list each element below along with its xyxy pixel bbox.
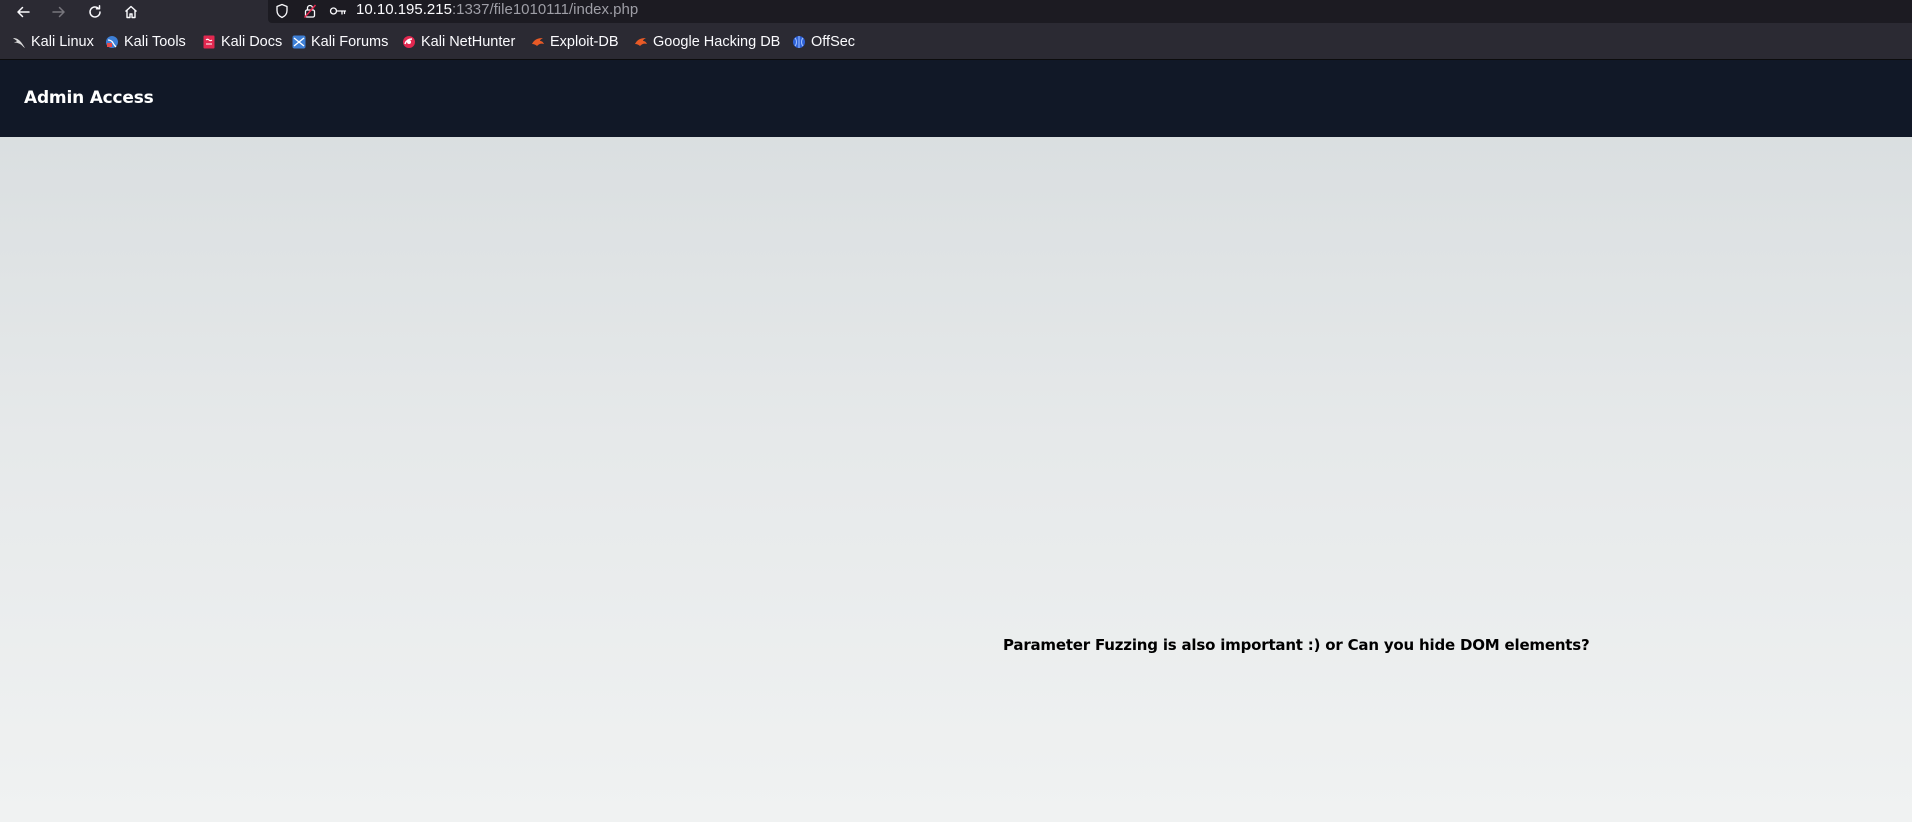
page-content: Admin Access Parameter Fuzzing is also i…	[0, 60, 1912, 822]
home-icon	[123, 4, 139, 20]
key-icon[interactable]	[328, 2, 348, 20]
kali-dragon-icon	[12, 35, 26, 49]
reload-button[interactable]	[84, 1, 106, 23]
forward-button[interactable]	[48, 1, 70, 23]
site-header: Admin Access	[0, 60, 1912, 137]
url-text[interactable]: 10.10.195.215:1337/file1010111/index.php	[356, 0, 638, 20]
browser-window: 10.10.195.215:1337/file1010111/index.php…	[0, 0, 1912, 822]
home-button[interactable]	[120, 1, 142, 23]
nav-toolbar: 10.10.195.215:1337/file1010111/index.php	[0, 0, 1912, 24]
lock-icon[interactable]	[300, 2, 320, 20]
offsec-icon	[792, 35, 806, 49]
bookmark-label: Kali Forums	[311, 34, 389, 50]
bookmark-label: Kali Linux	[31, 34, 94, 50]
bookmark-kali-docs[interactable]: Kali Docs	[202, 33, 282, 51]
bookmark-kali-linux[interactable]: Kali Linux	[12, 33, 94, 51]
exploit-db-icon	[531, 35, 545, 49]
kali-tools-icon	[105, 35, 119, 49]
kali-docs-icon	[202, 35, 216, 49]
bookmark-kali-forums[interactable]: Kali Forums	[292, 33, 388, 51]
page-title: Admin Access	[24, 88, 154, 108]
bookmark-kali-nethunter[interactable]: Kali NetHunter	[402, 33, 515, 51]
ghdb-icon	[634, 35, 648, 49]
bookmark-label: Kali NetHunter	[421, 34, 516, 50]
bookmark-offsec[interactable]: OffSec	[792, 33, 855, 51]
back-button[interactable]	[12, 1, 34, 23]
reload-icon	[87, 4, 103, 20]
bookmark-google-hacking-db[interactable]: Google Hacking DB	[634, 33, 780, 51]
bookmark-label: OffSec	[811, 34, 856, 50]
bookmark-label: Kali Tools	[124, 34, 186, 50]
kali-nethunter-icon	[402, 35, 416, 49]
url-path: :1337/file1010111/index.php	[451, 1, 639, 18]
bookmark-label: Exploit-DB	[550, 34, 619, 50]
hint-message: Parameter Fuzzing is also important :) o…	[1003, 636, 1590, 654]
kali-forums-icon	[292, 35, 306, 49]
bookmark-label: Kali Docs	[221, 34, 283, 50]
arrow-left-icon	[15, 4, 31, 20]
bookmark-kali-tools[interactable]: Kali Tools	[105, 33, 186, 51]
bookmark-exploit-db[interactable]: Exploit-DB	[531, 33, 619, 51]
arrow-right-icon	[51, 4, 67, 20]
url-host: 10.10.195.215	[356, 1, 452, 18]
shield-icon[interactable]	[272, 2, 292, 20]
bookmarks-toolbar: Kali Linux Kali Tools Kali Docs Kali For…	[0, 24, 1912, 60]
bookmark-label: Google Hacking DB	[653, 34, 781, 50]
